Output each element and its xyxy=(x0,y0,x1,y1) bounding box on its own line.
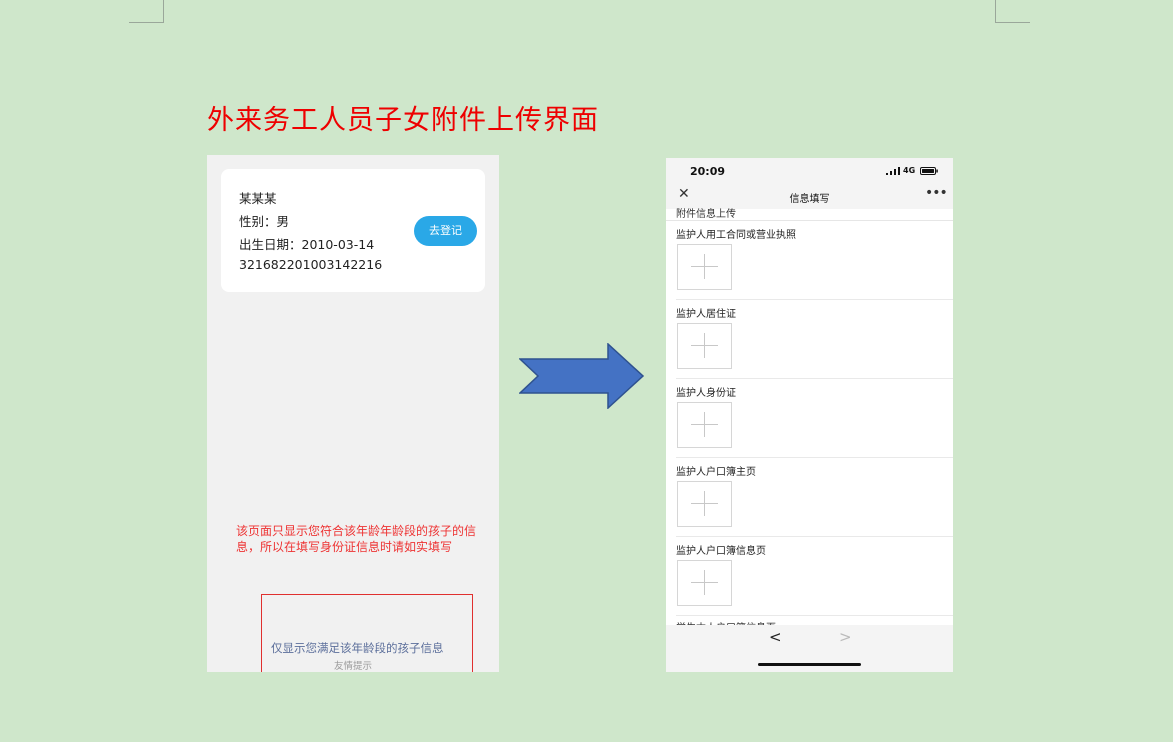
section-header-partial: 附件信息上传 xyxy=(676,209,736,220)
battery-icon xyxy=(920,167,938,175)
crop-mark-top-right xyxy=(995,0,1030,23)
home-indicator xyxy=(758,663,861,666)
upload-form-screenshot: 20:09 4G ✕ 信息填写 ••• 附件信息上传 监护人用工合同或营业执照 … xyxy=(666,158,953,672)
upload-item-labor-contract: 监护人用工合同或营业执照 xyxy=(666,220,953,299)
upload-item-label: 监护人居住证 xyxy=(676,309,736,320)
add-photo-button[interactable] xyxy=(677,560,732,606)
add-photo-button[interactable] xyxy=(677,481,732,527)
child-birth-date: 出生日期：2010-03-14 xyxy=(239,237,375,252)
upload-item-id-card: 监护人身份证 xyxy=(666,378,953,457)
chevron-right-icon[interactable]: > xyxy=(839,628,852,646)
child-gender: 性别：男 xyxy=(239,214,290,229)
child-name: 某某某 xyxy=(239,191,277,206)
upload-item-label: 监护人户口簿主页 xyxy=(676,467,756,478)
hint-text: 仅显示您满足该年龄段的孩子信息 xyxy=(271,641,444,655)
status-time: 20:09 xyxy=(690,165,726,178)
upload-item-household-info: 监护人户口簿信息页 xyxy=(666,536,953,615)
annotation-note: 该页面只显示您符合该年龄年龄段的孩子的信息，所以在填写身份证信息时请如实填写 xyxy=(236,524,477,554)
nav-title: 信息填写 xyxy=(789,194,830,205)
upload-item-residence-permit: 监护人居住证 xyxy=(666,299,953,378)
upload-item-label: 监护人身份证 xyxy=(676,388,736,399)
upload-item-label: 监护人用工合同或营业执照 xyxy=(676,230,796,241)
chevron-left-icon[interactable]: < xyxy=(769,628,782,646)
signal-icon xyxy=(886,167,900,175)
add-photo-button[interactable] xyxy=(677,402,732,448)
add-photo-button[interactable] xyxy=(677,244,732,290)
child-id-number: 321682201003142216 xyxy=(239,257,383,272)
hint-caption: 友情提示 xyxy=(334,661,373,672)
browser-bottom-bar: < > xyxy=(666,625,953,672)
right-arrow-icon xyxy=(519,343,645,409)
crop-mark-top-left xyxy=(129,0,164,23)
child-card: 某某某 性别：男 出生日期：2010-03-14 321682201003142… xyxy=(221,169,485,292)
divider xyxy=(676,615,953,616)
more-icon[interactable]: ••• xyxy=(925,185,948,201)
add-photo-button[interactable] xyxy=(677,323,732,369)
network-type: 4G xyxy=(903,166,916,175)
upload-item-label: 监护人户口簿信息页 xyxy=(676,546,766,557)
upload-item-household-main: 监护人户口簿主页 xyxy=(666,457,953,536)
register-button[interactable]: 去登记 xyxy=(414,216,477,246)
document-title: 外来务工人员子女附件上传界面 xyxy=(207,105,599,136)
status-bar: 20:09 4G xyxy=(666,158,953,184)
child-list-screenshot: 某某某 性别：男 出生日期：2010-03-14 321682201003142… xyxy=(207,155,499,672)
